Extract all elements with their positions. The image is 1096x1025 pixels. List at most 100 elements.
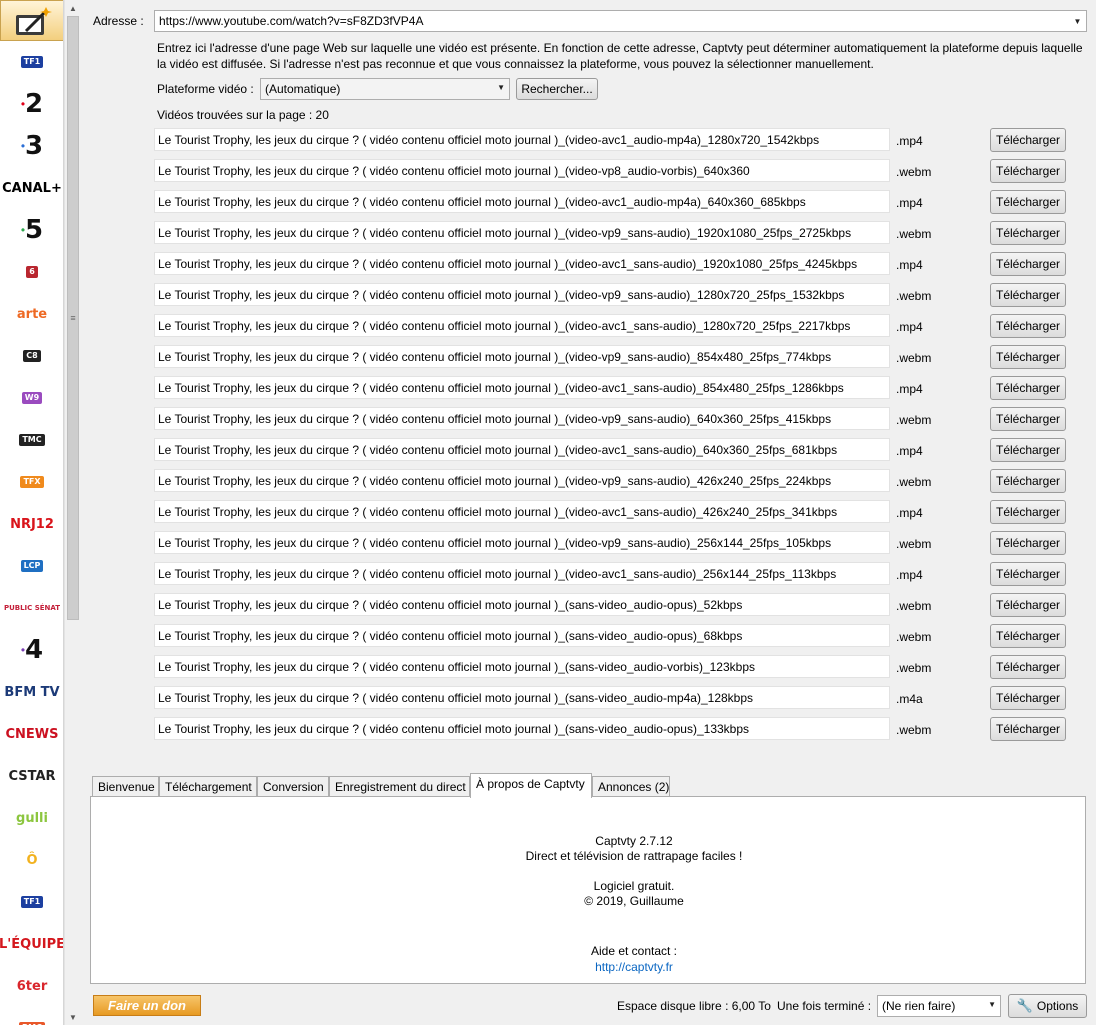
- channel-item[interactable]: • 5: [0, 209, 63, 251]
- options-button[interactable]: 🔧 Options: [1008, 994, 1087, 1018]
- channel-item[interactable]: W9: [0, 377, 63, 419]
- download-button[interactable]: Télécharger: [990, 128, 1066, 152]
- channel-item[interactable]: • 2: [0, 83, 63, 125]
- channel-item[interactable]: 6ter: [0, 965, 63, 1007]
- scroll-up-icon[interactable]: ▲: [65, 1, 81, 15]
- download-button[interactable]: Télécharger: [990, 221, 1066, 245]
- channel-item[interactable]: CSTAR: [0, 755, 63, 797]
- channel-logo: TMC: [19, 434, 45, 446]
- channel-item[interactable]: C8: [0, 335, 63, 377]
- download-button[interactable]: Télécharger: [990, 562, 1066, 586]
- video-filename-field[interactable]: Le Tourist Trophy, les jeux du cirque ? …: [154, 500, 890, 523]
- result-row: Le Tourist Trophy, les jeux du cirque ? …: [154, 500, 1066, 524]
- channel-item[interactable]: TFX: [0, 461, 63, 503]
- result-row: Le Tourist Trophy, les jeux du cirque ? …: [154, 469, 1066, 493]
- chevron-down-icon[interactable]: ▼: [1069, 11, 1086, 31]
- download-button[interactable]: Télécharger: [990, 345, 1066, 369]
- download-button[interactable]: Télécharger: [990, 717, 1066, 741]
- tab-announcements[interactable]: Annonces (2): [592, 776, 670, 797]
- platform-select[interactable]: (Automatique) ▼: [260, 78, 510, 100]
- channel-item[interactable]: Ô: [0, 839, 63, 881]
- about-contact-label: Aide et contact :: [590, 944, 678, 958]
- channel-logo: CANAL+: [2, 180, 62, 196]
- download-button[interactable]: Télécharger: [990, 624, 1066, 648]
- platform-value: (Automatique): [265, 82, 341, 96]
- channel-item[interactable]: L'ÉQUIPE: [0, 923, 63, 965]
- video-filename-field[interactable]: Le Tourist Trophy, les jeux du cirque ? …: [154, 438, 890, 461]
- channel-item[interactable]: gulli: [0, 797, 63, 839]
- options-label: Options: [1036, 999, 1079, 1013]
- web-video-button[interactable]: [0, 0, 63, 41]
- tab-downloads[interactable]: Téléchargement: [159, 776, 257, 797]
- video-filename-field[interactable]: Le Tourist Trophy, les jeux du cirque ? …: [154, 593, 890, 616]
- tab-conversion[interactable]: Conversion: [257, 776, 329, 797]
- when-done-select[interactable]: (Ne rien faire) ▼: [877, 995, 1001, 1017]
- tab-about[interactable]: À propos de Captvty: [470, 773, 592, 798]
- video-filename-field[interactable]: Le Tourist Trophy, les jeux du cirque ? …: [154, 469, 890, 492]
- file-extension: .webm: [896, 289, 932, 303]
- channel-logo: W9: [21, 392, 43, 404]
- video-filename-field[interactable]: Le Tourist Trophy, les jeux du cirque ? …: [154, 283, 890, 306]
- download-button[interactable]: Télécharger: [990, 407, 1066, 431]
- channel-item[interactable]: • 3: [0, 125, 63, 167]
- download-button[interactable]: Télécharger: [990, 283, 1066, 307]
- channel-item[interactable]: TMC: [0, 419, 63, 461]
- tab-welcome[interactable]: Bienvenue: [92, 776, 159, 797]
- video-filename-field[interactable]: Le Tourist Trophy, les jeux du cirque ? …: [154, 221, 890, 244]
- channel-item[interactable]: RMC: [0, 1007, 63, 1025]
- channel-item[interactable]: PUBLIC SÉNAT: [0, 587, 63, 629]
- channel-item[interactable]: NRJ12: [0, 503, 63, 545]
- download-button[interactable]: Télécharger: [990, 500, 1066, 524]
- video-filename-field[interactable]: Le Tourist Trophy, les jeux du cirque ? …: [154, 345, 890, 368]
- channel-item[interactable]: BFM TV: [0, 671, 63, 713]
- download-button[interactable]: Télécharger: [990, 376, 1066, 400]
- video-filename-field[interactable]: Le Tourist Trophy, les jeux du cirque ? …: [154, 717, 890, 740]
- video-filename-field[interactable]: Le Tourist Trophy, les jeux du cirque ? …: [154, 128, 890, 151]
- video-filename-field[interactable]: Le Tourist Trophy, les jeux du cirque ? …: [154, 314, 890, 337]
- file-extension: .mp4: [896, 196, 923, 210]
- download-button[interactable]: Télécharger: [990, 314, 1066, 338]
- download-button[interactable]: Télécharger: [990, 252, 1066, 276]
- file-extension: .webm: [896, 537, 932, 551]
- download-button[interactable]: Télécharger: [990, 531, 1066, 555]
- download-button[interactable]: Télécharger: [990, 593, 1066, 617]
- video-filename-field[interactable]: Le Tourist Trophy, les jeux du cirque ? …: [154, 655, 890, 678]
- channel-logo: C8: [23, 350, 41, 362]
- channel-item[interactable]: • 4: [0, 629, 63, 671]
- about-link[interactable]: http://captvty.fr: [595, 960, 673, 974]
- channel-item[interactable]: 6: [0, 251, 63, 293]
- video-filename-field[interactable]: Le Tourist Trophy, les jeux du cirque ? …: [154, 407, 890, 430]
- channel-item[interactable]: arte: [0, 293, 63, 335]
- scroll-down-icon[interactable]: ▼: [65, 1010, 81, 1024]
- download-button[interactable]: Télécharger: [990, 469, 1066, 493]
- download-button[interactable]: Télécharger: [990, 655, 1066, 679]
- video-filename-field[interactable]: Le Tourist Trophy, les jeux du cirque ? …: [154, 686, 890, 709]
- scrollbar-thumb[interactable]: ≡: [67, 16, 79, 620]
- video-filename-field[interactable]: Le Tourist Trophy, les jeux du cirque ? …: [154, 376, 890, 399]
- donate-button[interactable]: Faire un don: [93, 995, 201, 1016]
- video-filename-field[interactable]: Le Tourist Trophy, les jeux du cirque ? …: [154, 252, 890, 275]
- video-filename-field[interactable]: Le Tourist Trophy, les jeux du cirque ? …: [154, 562, 890, 585]
- channel-item[interactable]: CNEWS: [0, 713, 63, 755]
- download-button[interactable]: Télécharger: [990, 159, 1066, 183]
- address-input[interactable]: https://www.youtube.com/watch?v=sF8ZD3fV…: [154, 10, 1087, 32]
- file-extension: .webm: [896, 351, 932, 365]
- result-row: Le Tourist Trophy, les jeux du cirque ? …: [154, 655, 1066, 679]
- channel-item[interactable]: TF1: [0, 41, 63, 83]
- search-button[interactable]: Rechercher...: [516, 78, 598, 100]
- video-filename-field[interactable]: Le Tourist Trophy, les jeux du cirque ? …: [154, 624, 890, 647]
- download-button[interactable]: Télécharger: [990, 190, 1066, 214]
- video-filename-field[interactable]: Le Tourist Trophy, les jeux du cirque ? …: [154, 159, 890, 182]
- file-extension: .m4a: [896, 692, 923, 706]
- channel-item[interactable]: TF1: [0, 881, 63, 923]
- channel-item[interactable]: CANAL+: [0, 167, 63, 209]
- tab-live-recording[interactable]: Enregistrement du direct: [329, 776, 470, 797]
- result-row: Le Tourist Trophy, les jeux du cirque ? …: [154, 531, 1066, 555]
- channel-item[interactable]: LCP: [0, 545, 63, 587]
- download-button[interactable]: Télécharger: [990, 438, 1066, 462]
- video-filename-field[interactable]: Le Tourist Trophy, les jeux du cirque ? …: [154, 531, 890, 554]
- sidebar-scrollbar[interactable]: ▲ ≡ ▼: [64, 0, 80, 1025]
- download-button[interactable]: Télécharger: [990, 686, 1066, 710]
- video-filename-field[interactable]: Le Tourist Trophy, les jeux du cirque ? …: [154, 190, 890, 213]
- result-row: Le Tourist Trophy, les jeux du cirque ? …: [154, 128, 1066, 152]
